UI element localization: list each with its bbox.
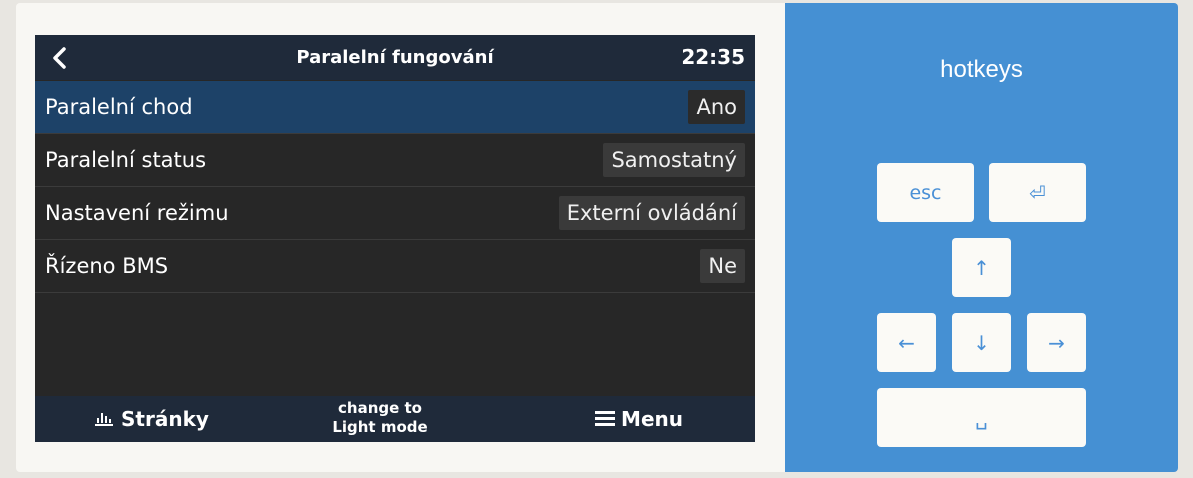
clock: 22:35 — [681, 45, 745, 69]
setting-row-mode-setting[interactable]: Nastavení režimu Externí ovládání — [35, 187, 755, 240]
arrow-right-icon[interactable]: → — [1027, 313, 1086, 372]
setting-row-parallel-run[interactable]: Paralelní chod Ano — [35, 81, 755, 134]
device-screen: Paralelní fungování 22:35 Paralelní chod… — [35, 35, 755, 442]
change-mode-button[interactable]: change to Light mode — [315, 399, 445, 437]
mode-line-2: Light mode — [332, 418, 428, 436]
setting-label: Řízeno BMS — [45, 254, 169, 278]
setting-label: Paralelní chod — [45, 95, 193, 119]
pages-button[interactable]: Stránky — [95, 396, 209, 442]
setting-label: Paralelní status — [45, 148, 207, 172]
setting-value: Externí ovládání — [558, 196, 745, 230]
bar-chart-icon — [95, 396, 113, 442]
menu-button[interactable]: Menu — [595, 396, 683, 442]
hotkeys-title: hotkeys — [940, 56, 1023, 83]
arrow-up-icon[interactable]: ↑ — [952, 238, 1011, 297]
hotkeys-panel: hotkeys esc ⏎ ↑ ← ↓ → ␣ — [785, 3, 1178, 472]
setting-row-parallel-status[interactable]: Paralelní status Samostatný — [35, 134, 755, 187]
mode-line-1: change to — [338, 399, 422, 417]
hamburger-icon — [595, 396, 616, 442]
setting-value: Samostatný — [603, 143, 745, 177]
arrow-down-icon[interactable]: ↓ — [952, 313, 1011, 372]
arrow-left-icon[interactable]: ← — [877, 313, 936, 372]
enter-key-icon[interactable]: ⏎ — [989, 163, 1086, 222]
settings-list: Paralelní chod Ano Paralelní status Samo… — [35, 81, 755, 293]
space-key-icon[interactable]: ␣ — [877, 388, 1086, 447]
menu-label: Menu — [621, 407, 683, 431]
setting-row-bms-controlled[interactable]: Řízeno BMS Ne — [35, 240, 755, 293]
setting-label: Nastavení režimu — [45, 201, 229, 225]
setting-value: Ne — [700, 249, 745, 283]
bottom-bar: Stránky change to Light mode Menu — [35, 396, 755, 442]
title-bar: Paralelní fungování 22:35 — [35, 35, 755, 80]
setting-value: Ano — [688, 90, 745, 124]
pages-label: Stránky — [121, 407, 209, 431]
esc-key[interactable]: esc — [877, 163, 974, 222]
page-title: Paralelní fungování — [296, 47, 494, 68]
